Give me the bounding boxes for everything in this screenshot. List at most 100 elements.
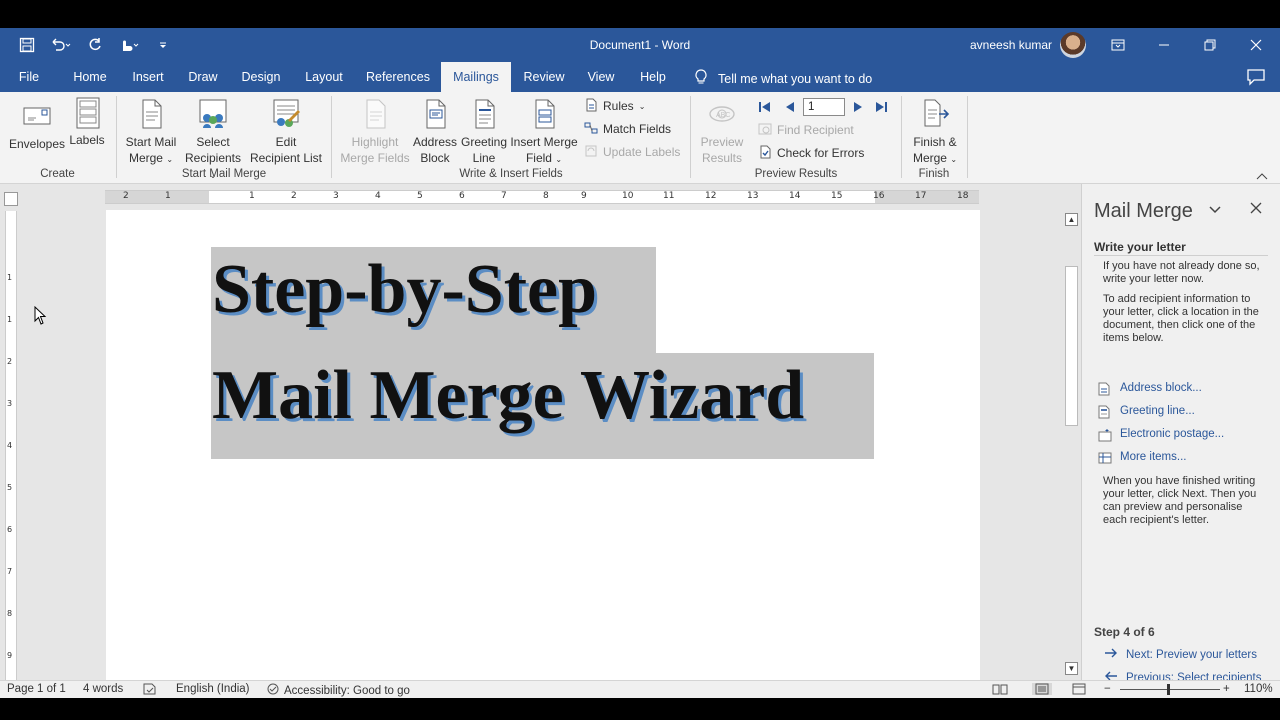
previous-record-button[interactable] <box>784 98 796 118</box>
next-record-button[interactable] <box>852 98 864 118</box>
page-count[interactable]: Page 1 of 1 <box>7 683 66 695</box>
tab-file[interactable]: File <box>8 62 50 92</box>
greeting-line-button[interactable]: Greeting Line <box>458 98 510 166</box>
print-layout-icon[interactable] <box>1032 683 1052 695</box>
tab-view[interactable]: View <box>580 62 622 92</box>
minimize-icon[interactable] <box>1144 32 1184 58</box>
rules-button[interactable]: Rules ⌄ <box>584 96 645 116</box>
scroll-thumb[interactable] <box>1065 266 1078 426</box>
preview-results-button[interactable]: ABC Preview Results <box>696 98 748 166</box>
tab-draw[interactable]: Draw <box>180 62 226 92</box>
address-block-button[interactable]: Address Block <box>412 98 458 166</box>
tab-design[interactable]: Design <box>234 62 288 92</box>
proofing-icon[interactable] <box>143 683 157 695</box>
svg-text:ABC: ABC <box>716 112 730 119</box>
electronic-postage-link[interactable]: Electronic postage... <box>1098 428 1224 442</box>
scroll-up-icon[interactable]: ▲ <box>1065 213 1078 226</box>
restore-icon[interactable] <box>1190 32 1230 58</box>
customize-qat-icon[interactable] <box>150 34 176 56</box>
collapse-ribbon-button[interactable] <box>1256 166 1268 186</box>
redo-icon[interactable] <box>82 34 108 56</box>
tab-selector[interactable] <box>4 192 18 206</box>
close-icon[interactable] <box>1236 32 1276 58</box>
tab-layout[interactable]: Layout <box>296 62 352 92</box>
last-record-button[interactable] <box>874 98 888 118</box>
read-mode-icon[interactable] <box>992 683 1008 695</box>
next-step-link[interactable]: Next: Preview your letters <box>1104 647 1257 662</box>
ribbon-display-options-icon[interactable] <box>1098 32 1138 58</box>
comments-icon[interactable] <box>1246 68 1266 86</box>
heading-line-1[interactable]: Step-by-Step <box>212 250 597 330</box>
first-record-button[interactable] <box>758 98 772 118</box>
ruler-tick: 1 <box>7 315 13 324</box>
ruler-tick: 5 <box>7 483 13 492</box>
insert-merge-field-icon <box>528 98 560 129</box>
zoom-slider-thumb[interactable] <box>1167 684 1170 695</box>
ruler-tick: 13 <box>747 191 759 201</box>
ruler-tick: 17 <box>915 191 927 201</box>
tell-me-search[interactable]: Tell me what you want to do <box>694 69 872 88</box>
user-name[interactable]: avneesh kumar <box>970 38 1052 52</box>
ruler-tick: 6 <box>459 191 465 201</box>
greeting-line-link[interactable]: Greeting line... <box>1098 405 1195 419</box>
check-errors-icon <box>758 145 772 162</box>
zoom-in-icon[interactable]: + <box>1223 683 1230 695</box>
mail-merge-pane: Mail Merge Write your letter If you have… <box>1081 184 1280 684</box>
tab-mailings[interactable]: Mailings <box>441 62 511 92</box>
tab-home[interactable]: Home <box>64 62 116 92</box>
tab-review[interactable]: Review <box>518 62 570 92</box>
check-for-errors-button[interactable]: Check for Errors <box>758 143 864 163</box>
tell-me-text: Tell me what you want to do <box>718 71 873 86</box>
vertical-ruler[interactable]: 1 1 2 3 4 5 6 7 8 9 <box>5 211 17 691</box>
pane-options-chevron-icon[interactable] <box>1208 202 1222 218</box>
tab-references[interactable]: References <box>360 62 436 92</box>
last-record-icon <box>874 100 888 117</box>
ruler-tick: 7 <box>501 191 507 201</box>
accessibility-status[interactable]: Accessibility: Good to go <box>266 683 410 698</box>
start-mail-merge-icon <box>135 98 167 129</box>
document-icon <box>1098 405 1110 422</box>
scroll-down-icon[interactable]: ▼ <box>1065 662 1078 675</box>
avatar[interactable] <box>1060 32 1086 58</box>
previous-record-icon <box>784 100 796 117</box>
envelope-icon <box>21 100 53 130</box>
pane-close-icon[interactable] <box>1250 198 1262 219</box>
divider <box>1094 255 1268 256</box>
update-labels-button[interactable]: Update Labels <box>584 142 680 162</box>
vertical-scrollbar[interactable]: ▲ ▼ <box>1063 210 1080 680</box>
labels-button[interactable]: Labels <box>66 96 108 148</box>
horizontal-ruler[interactable]: 2 1 1 2 3 4 5 6 7 8 10 11 12 13 14 15 17… <box>105 190 979 204</box>
zoom-slider[interactable] <box>1120 689 1220 690</box>
heading-line-2[interactable]: Mail Merge Wizard <box>212 356 804 436</box>
chevron-up-icon <box>1256 169 1268 183</box>
match-fields-button[interactable]: Match Fields <box>584 119 671 139</box>
highlight-merge-fields-button[interactable]: Highlight Merge Fields <box>338 98 412 166</box>
edit-recipient-list-button[interactable]: Edit Recipient List <box>248 98 324 166</box>
ruler-tick: 11 <box>663 191 675 201</box>
edit-list-icon <box>270 98 302 128</box>
finish-and-merge-button[interactable]: Finish & Merge ⌄ <box>906 98 964 168</box>
word-count[interactable]: 4 words <box>83 683 123 695</box>
ruler-tick: 7 <box>7 567 13 576</box>
save-icon[interactable] <box>14 34 40 56</box>
language[interactable]: English (India) <box>176 683 250 695</box>
find-recipient-button[interactable]: Find Recipient <box>758 120 854 140</box>
undo-icon[interactable] <box>48 34 74 56</box>
address-block-link[interactable]: Address block... <box>1098 382 1202 396</box>
document-icon <box>1098 382 1110 399</box>
web-layout-icon[interactable] <box>1072 683 1086 695</box>
touch-mode-icon[interactable] <box>116 34 142 56</box>
group-separator <box>901 96 902 178</box>
envelopes-button[interactable]: Envelopes <box>8 100 66 152</box>
insert-merge-field-button[interactable]: Insert Merge Field ⌄ <box>508 98 580 168</box>
record-number-input[interactable] <box>803 98 845 116</box>
start-mail-merge-button[interactable]: Start Mail Merge ⌄ <box>122 98 180 168</box>
more-items-link[interactable]: More items... <box>1098 451 1186 464</box>
table-icon <box>1098 451 1112 468</box>
zoom-out-icon[interactable]: − <box>1104 683 1111 695</box>
tab-help[interactable]: Help <box>632 62 674 92</box>
word-window: Document1 - Word avneesh kumar File Home… <box>0 28 1280 698</box>
tab-insert[interactable]: Insert <box>124 62 172 92</box>
zoom-level[interactable]: 110% <box>1244 683 1273 695</box>
pane-instructions: When you have finished writing your lett… <box>1103 475 1257 526</box>
